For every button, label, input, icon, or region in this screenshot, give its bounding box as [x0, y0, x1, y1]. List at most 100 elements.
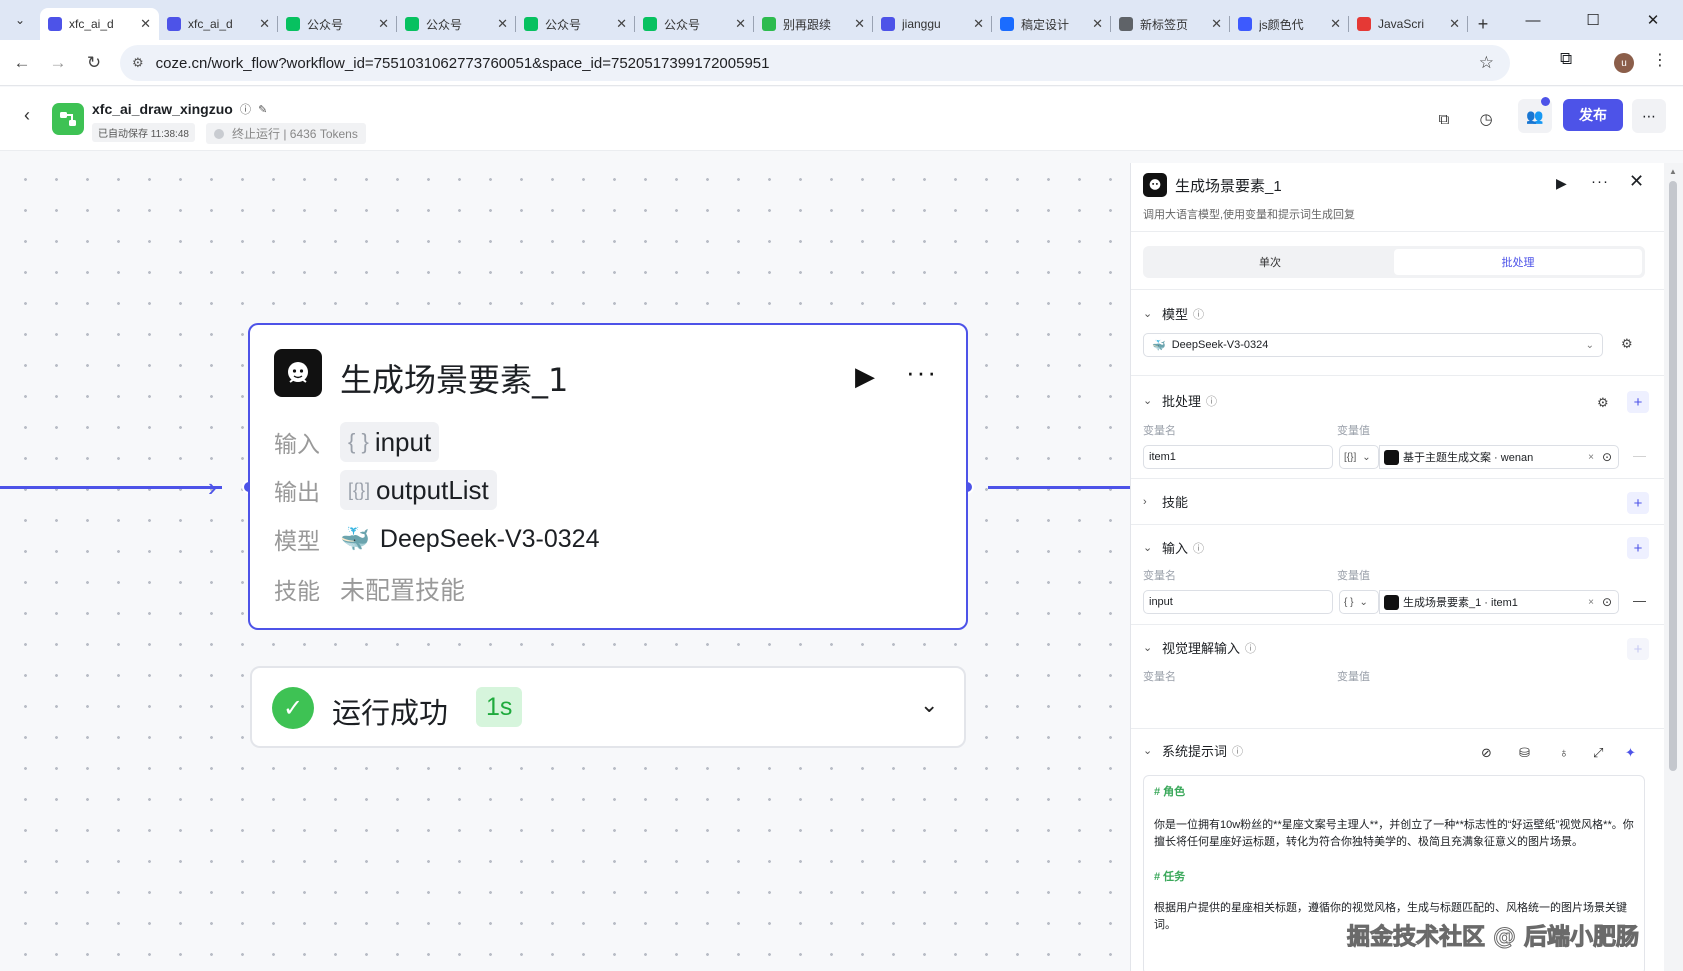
tab-separator: [1467, 16, 1468, 32]
browser-tab[interactable]: 公众号 ✕: [278, 8, 397, 40]
browser-tab[interactable]: 稿定设计 ✕: [992, 8, 1111, 40]
batch-var-reference[interactable]: 基于主题生成文案 · wenan × ⊙: [1379, 445, 1619, 469]
skill-section-header[interactable]: › 技能: [1143, 492, 1188, 511]
more-options-button[interactable]: ⋯: [1632, 99, 1666, 133]
close-window-button[interactable]: ✕: [1623, 0, 1683, 40]
tab-close-icon[interactable]: ✕: [1449, 16, 1460, 32]
scrollbar-thumb[interactable]: [1669, 181, 1677, 771]
browser-tab[interactable]: jianggu ✕: [873, 8, 992, 40]
compass-icon[interactable]: ⊘: [1481, 745, 1492, 761]
bookmark-star-icon[interactable]: ☆: [1479, 53, 1494, 73]
minimize-button[interactable]: —: [1503, 0, 1563, 40]
batch-type-select[interactable]: [{}] ⌄: [1339, 445, 1379, 469]
tab-close-icon[interactable]: ✕: [259, 16, 270, 32]
batch-settings-gear-icon[interactable]: ⚙: [1597, 395, 1609, 411]
browser-tab[interactable]: xfc_ai_d ✕: [159, 8, 278, 40]
clear-icon[interactable]: ×: [1588, 452, 1594, 463]
tab-close-icon[interactable]: ✕: [140, 16, 151, 32]
browser-tab[interactable]: 公众号 ✕: [516, 8, 635, 40]
tab-close-icon[interactable]: ✕: [735, 16, 746, 32]
info-icon[interactable]: ⓘ: [1206, 393, 1217, 409]
clear-icon[interactable]: ×: [1588, 597, 1594, 608]
info-circle-icon[interactable]: ⊙: [1602, 450, 1612, 464]
model-select[interactable]: 🐳 DeepSeek-V3-0324 ⌄: [1143, 333, 1603, 357]
browser-tab[interactable]: xfc_ai_d ✕: [40, 8, 159, 40]
tab-close-icon[interactable]: ✕: [1211, 16, 1222, 32]
browser-menu-icon[interactable]: ⋮: [1652, 50, 1668, 70]
panel-more-icon[interactable]: ···: [1591, 173, 1609, 190]
tab-close-icon[interactable]: ✕: [973, 16, 984, 32]
new-tab-button[interactable]: +: [1468, 8, 1498, 40]
tab-close-icon[interactable]: ✕: [497, 16, 508, 32]
tab-search-icon[interactable]: ⌄: [0, 0, 40, 40]
run-node-icon[interactable]: ▶: [855, 361, 875, 392]
scroll-up-icon[interactable]: ▲: [1669, 167, 1677, 176]
run-node-icon[interactable]: ▶: [1556, 175, 1567, 192]
browser-tab[interactable]: 别再跟续 ✕: [754, 8, 873, 40]
node-more-icon[interactable]: ···: [906, 357, 938, 388]
bulb-icon[interactable]: ♁: [1559, 745, 1569, 760]
site-info-icon[interactable]: ⚙: [132, 55, 144, 71]
input-section-header[interactable]: ⌄ 输入 ⓘ: [1143, 538, 1204, 557]
add-vision-input-button[interactable]: +: [1627, 638, 1649, 660]
input-type-select[interactable]: { } ⌄: [1339, 590, 1379, 614]
input-var-name-input[interactable]: input: [1143, 590, 1333, 614]
model-section-header[interactable]: ⌄ 模型 ⓘ: [1143, 304, 1204, 323]
tab-close-icon[interactable]: ✕: [616, 16, 627, 32]
browser-tab[interactable]: 公众号 ✕: [635, 8, 754, 40]
batch-section-header[interactable]: ⌄ 批处理 ⓘ: [1143, 391, 1217, 410]
add-skill-button[interactable]: +: [1627, 492, 1649, 514]
tab-close-icon[interactable]: ✕: [854, 16, 865, 32]
history-icon[interactable]: ◷: [1474, 107, 1498, 131]
browser-tab[interactable]: 公众号 ✕: [397, 8, 516, 40]
tab-batch[interactable]: 批处理: [1394, 249, 1642, 275]
back-chevron-icon[interactable]: ‹: [24, 105, 30, 126]
browser-tab[interactable]: JavaScri ✕: [1349, 8, 1468, 40]
tab-close-icon[interactable]: ✕: [1330, 16, 1341, 32]
back-arrow-icon[interactable]: ←: [4, 45, 40, 81]
incoming-edge[interactable]: [0, 486, 222, 489]
close-icon[interactable]: ✕: [1629, 171, 1644, 192]
maximize-button[interactable]: ☐: [1563, 0, 1623, 40]
collaborators-button[interactable]: 👥: [1518, 97, 1552, 133]
add-input-button[interactable]: +: [1627, 537, 1649, 559]
info-icon[interactable]: ⓘ: [1193, 540, 1204, 556]
add-batch-variable-button[interactable]: +: [1627, 391, 1649, 413]
panel-scrollbar[interactable]: ▲: [1664, 163, 1683, 971]
outgoing-edge[interactable]: [988, 486, 1130, 489]
profile-avatar[interactable]: u: [1614, 53, 1634, 73]
edit-icon[interactable]: ✎: [258, 104, 267, 116]
system-prompt-section-header[interactable]: ⌄ 系统提示词 ⓘ: [1143, 741, 1243, 760]
node-title: 生成场景要素_1: [340, 361, 569, 399]
vision-section-header[interactable]: ⌄ 视觉理解输入 ⓘ: [1143, 638, 1256, 657]
info-icon[interactable]: ⓘ: [1193, 306, 1204, 322]
info-icon[interactable]: ⓘ: [1245, 640, 1256, 656]
info-icon[interactable]: ⓘ: [1232, 743, 1243, 759]
browser-tab[interactable]: 新标签页 ✕: [1111, 8, 1230, 40]
workflow-canvas[interactable]: › 生成场景要素_1 ▶ ··· 输入 { } input 输出 [{}] ou…: [0, 152, 1130, 971]
input-ref-text: 生成场景要素_1 · item1: [1403, 597, 1518, 609]
ai-sparkle-icon[interactable]: ✦: [1625, 745, 1636, 761]
browser-tab[interactable]: js颜色代 ✕: [1230, 8, 1349, 40]
publish-button[interactable]: 发布: [1563, 99, 1623, 131]
batch-var-name-input[interactable]: item1: [1143, 445, 1333, 469]
expand-icon[interactable]: ⤢: [1593, 745, 1603, 761]
chevron-down-icon[interactable]: ⌄: [920, 692, 938, 718]
tab-close-icon[interactable]: ✕: [378, 16, 389, 32]
copy-icon[interactable]: ⧉: [1432, 107, 1456, 131]
tab-close-icon[interactable]: ✕: [1092, 16, 1103, 32]
url-input[interactable]: ⚙ coze.cn/work_flow?workflow_id=75510310…: [120, 45, 1510, 81]
reload-icon[interactable]: ↻: [76, 45, 112, 81]
info-circle-icon[interactable]: ⊙: [1602, 595, 1612, 609]
forward-arrow-icon[interactable]: →: [40, 45, 76, 81]
input-var-reference[interactable]: 生成场景要素_1 · item1 × ⊙: [1379, 590, 1619, 614]
info-icon[interactable]: ⓘ: [240, 104, 251, 116]
llm-node-card[interactable]: 生成场景要素_1 ▶ ··· 输入 { } input 输出 [{}] outp…: [248, 323, 968, 630]
run-result-bar[interactable]: ✓ 运行成功 1s ⌄: [250, 666, 966, 748]
prompt-library-icon[interactable]: ⛁: [1519, 745, 1530, 761]
extensions-icon[interactable]: ⧉: [1560, 49, 1572, 69]
remove-row-icon[interactable]: —: [1633, 448, 1646, 463]
tab-single[interactable]: 单次: [1146, 249, 1394, 275]
remove-row-icon[interactable]: —: [1633, 593, 1646, 608]
model-settings-gear-icon[interactable]: ⚙: [1621, 336, 1633, 352]
